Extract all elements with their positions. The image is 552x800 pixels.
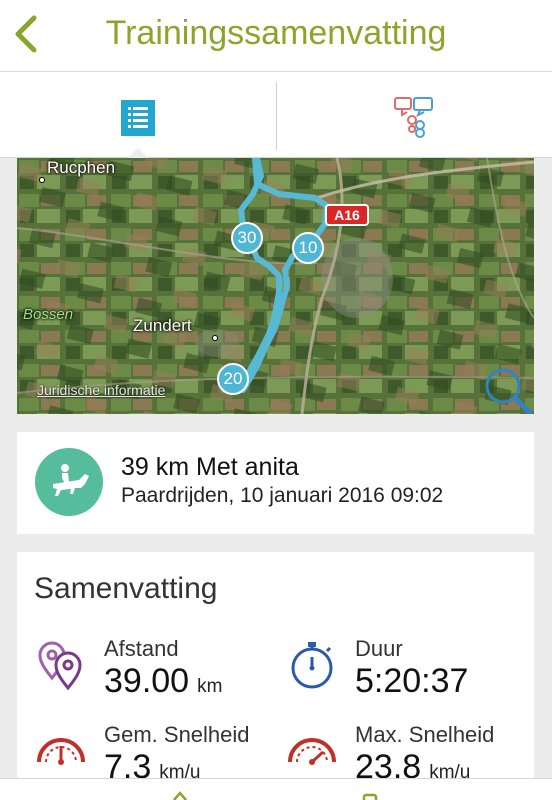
town-dot [39, 177, 45, 183]
activity-icon-circle [35, 448, 103, 516]
stat-label: Gem. Snelheid [104, 722, 250, 747]
speedometer-icon [37, 738, 85, 765]
tab-comments[interactable] [276, 72, 552, 158]
magnifier-icon[interactable] [483, 366, 533, 414]
bottom-toolbar [0, 778, 552, 800]
share-icon[interactable] [170, 791, 190, 800]
activity-subtitle: Paardrijden, 10 januari 2016 09:02 [121, 484, 444, 507]
stat-label: Afstand [104, 636, 179, 661]
page-title: Trainingssamenvatting [105, 14, 447, 52]
place-label-rucphen: Rucphen [47, 158, 116, 177]
stat-duration: Duur 5:20:37 [285, 634, 515, 704]
km-marker: 30 [231, 222, 263, 254]
town-dot [212, 335, 218, 341]
speedometer-max-icon [288, 738, 336, 765]
location-pins-icon [38, 641, 82, 691]
activity-title: 39 km Met anita [121, 453, 299, 481]
comments-icon [394, 97, 433, 138]
stat-value: 39.00 km [104, 662, 223, 700]
horse-riding-icon [53, 464, 89, 496]
summary-card: Samenvatting Afstand 39.00 km Duur 5:20:3… [17, 552, 534, 800]
list-icon [121, 100, 155, 136]
stat-label: Duur [355, 636, 403, 661]
tab-summary[interactable] [0, 72, 276, 158]
stopwatch-icon [291, 642, 333, 689]
legal-info-link[interactable]: Juridische informatie [37, 382, 165, 398]
place-label-bossen: Bossen [23, 306, 74, 323]
road-shield: A16 [325, 204, 369, 226]
edit-icon[interactable] [360, 793, 380, 800]
tab-bar [0, 72, 552, 158]
stat-distance: Afstand 39.00 km [34, 634, 264, 704]
map-satellite-background [17, 158, 534, 414]
place-label-zundert: Zundert [133, 316, 192, 335]
summary-title: Samenvatting [34, 572, 218, 605]
stat-unit: km [197, 676, 223, 697]
stat-label: Max. Snelheid [355, 722, 495, 747]
route-map[interactable]: Rucphen Bossen Zundert A16 30 10 20 Juri… [17, 158, 534, 414]
km-marker: 10 [292, 232, 324, 264]
activity-card[interactable]: 39 km Met anita Paardrijden, 10 januari … [17, 432, 534, 534]
km-marker: 20 [217, 363, 249, 395]
tab-pointer [128, 148, 148, 158]
stat-value: 5:20:37 [355, 662, 469, 700]
top-bar: Trainingssamenvatting [0, 0, 552, 72]
